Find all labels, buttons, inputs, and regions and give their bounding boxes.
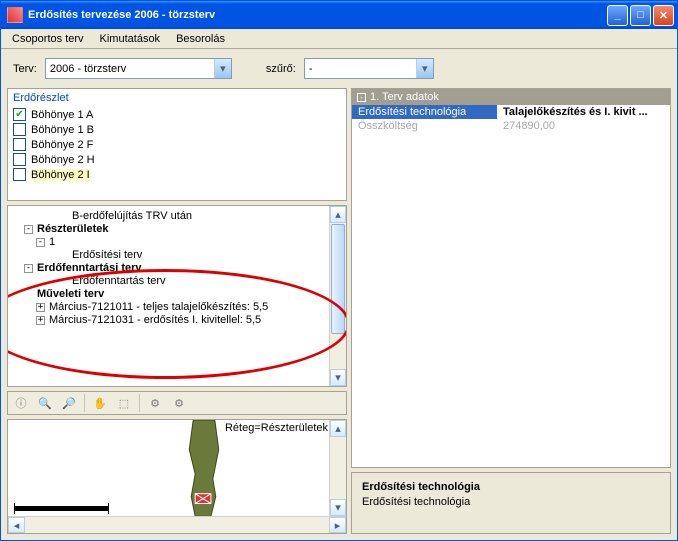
filter-bar: Terv: 2006 - törzsterv ▾ szűrő: - ▾ [1, 49, 677, 88]
szuro-label: szűrő: [266, 63, 296, 75]
window-title: Erdősítés tervezése 2006 - törzsterv [28, 9, 215, 21]
grid-cell-value: Talajelőkészítés és I. kivit ... [497, 105, 670, 119]
scroll-up-icon[interactable]: ▴ [330, 420, 346, 437]
map-panel[interactable]: Réteg=Részterületek 500 m, M=1:17610 ▴ ▾… [7, 419, 347, 534]
erdoreszlet-label: Böhönye 1 A [31, 109, 93, 121]
tree-node[interactable]: Műveleti terv [14, 288, 344, 301]
tree-panel: B-erdőfelújítás TRV után -Részterületek … [7, 205, 347, 387]
minimize-button[interactable]: _ [607, 5, 628, 26]
tree-node[interactable]: +Március-7121011 - teljes talajelőkészít… [14, 301, 344, 314]
scroll-up-icon[interactable]: ▴ [330, 206, 346, 223]
tree-node[interactable]: -Részterületek [14, 223, 344, 236]
scroll-down-icon[interactable]: ▾ [330, 369, 346, 386]
detail-footer: Erdősítési technológia Erdősítési techno… [351, 472, 671, 534]
checkbox-icon[interactable] [13, 168, 26, 181]
checkbox-icon[interactable] [13, 123, 26, 136]
menu-csoportos-terv[interactable]: Csoportos terv [5, 31, 91, 47]
titlebar: Erdősítés tervezése 2006 - törzsterv _ □… [1, 1, 677, 29]
tree-node[interactable]: Erdősítési terv [14, 249, 344, 262]
pan-icon[interactable]: ✋ [89, 393, 111, 413]
terv-adatok-panel: - 1. Terv adatok Erdősítési technológia … [351, 88, 671, 468]
szuro-value: - [305, 63, 416, 75]
collapse-icon[interactable]: - [357, 93, 366, 102]
grid-row[interactable]: Erdősítési technológia Talajelőkészítés … [352, 105, 670, 119]
tree-scrollbar[interactable]: ▴ ▾ [329, 206, 346, 386]
tool-icon[interactable]: ⚙ [168, 393, 190, 413]
detail-title: Erdősítési technológia [362, 481, 660, 493]
app-icon [7, 7, 23, 23]
extent-icon[interactable]: ⬚ [113, 393, 135, 413]
grid-row[interactable]: Összköltség 274890,00 [352, 119, 670, 133]
tree-node[interactable]: -Erdőfenntartási terv [14, 262, 344, 275]
erdoreszlet-label: Böhönye 2 H [31, 154, 95, 166]
collapse-icon[interactable]: - [24, 264, 33, 273]
erdoreszlet-item[interactable]: Böhönye 1 B [8, 122, 346, 137]
scale-bar [14, 506, 109, 511]
collapse-icon[interactable]: - [36, 238, 45, 247]
zoom-out-icon[interactable]: 🔎 [58, 393, 80, 413]
maximize-button[interactable]: □ [630, 5, 651, 26]
tree-node[interactable]: B-erdőfelújítás TRV után [14, 210, 344, 223]
grid-heading[interactable]: - 1. Terv adatok [352, 89, 670, 105]
szuro-combo[interactable]: - ▾ [304, 58, 434, 79]
checkbox-icon[interactable] [13, 153, 26, 166]
collapse-icon[interactable]: - [24, 225, 33, 234]
erdoreszlet-label: Böhönye 2 F [31, 139, 93, 151]
map-layer-label: Réteg=Részterületek [225, 422, 328, 434]
chevron-down-icon[interactable]: ▾ [214, 59, 231, 78]
chevron-down-icon[interactable]: ▾ [416, 59, 433, 78]
terv-combo[interactable]: 2006 - törzsterv ▾ [45, 58, 232, 79]
grid-cell-name: Erdősítési technológia [352, 105, 497, 119]
tool-icon[interactable]: ⚙ [144, 393, 166, 413]
map-hscroll[interactable]: ◂ ▸ [8, 516, 346, 533]
terv-value: 2006 - törzsterv [46, 63, 214, 75]
scroll-right-icon[interactable]: ▸ [329, 517, 346, 533]
expand-icon[interactable]: + [36, 303, 45, 312]
scroll-thumb[interactable] [331, 224, 345, 334]
menu-besorolas[interactable]: Besorolás [169, 31, 232, 47]
scroll-down-icon[interactable]: ▾ [330, 499, 346, 516]
checkbox-icon[interactable]: ✔ [13, 108, 26, 121]
erdoreszlet-item[interactable]: Böhönye 2 F [8, 137, 346, 152]
tree-node[interactable]: +Március-7121031 - erdősítés I. kivitell… [14, 314, 344, 327]
erdoreszlet-panel: Erdőrészlet ✔ Böhönye 1 A Böhönye 1 B Bö… [7, 88, 347, 201]
close-button[interactable]: ✕ [653, 5, 674, 26]
divider [84, 394, 85, 412]
divider [139, 394, 140, 412]
tree-node[interactable]: Erdőfenntartás terv [14, 275, 344, 288]
map-toolbar: ⓘ 🔍 🔎 ✋ ⬚ ⚙ ⚙ [7, 391, 347, 415]
zoom-in-icon[interactable]: 🔍 [34, 393, 56, 413]
erdoreszlet-label: Böhönye 1 B [31, 124, 94, 136]
erdoreszlet-item[interactable]: Böhönye 2 H [8, 152, 346, 167]
terv-label: Terv: [13, 63, 37, 75]
info-icon[interactable]: ⓘ [10, 393, 32, 413]
checkbox-icon[interactable] [13, 138, 26, 151]
menubar: Csoportos terv Kimutatások Besorolás [1, 29, 677, 49]
menu-kimutatasok[interactable]: Kimutatások [93, 31, 168, 47]
erdoreszlet-heading: Erdőrészlet [8, 89, 346, 107]
grid-cell-value: 274890,00 [497, 119, 670, 133]
map-vscroll[interactable]: ▴ ▾ [329, 420, 346, 516]
tree-node[interactable]: -1 [14, 236, 344, 249]
expand-icon[interactable]: + [36, 316, 45, 325]
grid-cell-name: Összköltség [352, 119, 497, 133]
erdoreszlet-item[interactable]: ✔ Böhönye 1 A [8, 107, 346, 122]
erdoreszlet-item[interactable]: Böhönye 2 I [8, 167, 346, 182]
scroll-left-icon[interactable]: ◂ [8, 517, 25, 533]
erdoreszlet-label: Böhönye 2 I [31, 169, 90, 181]
detail-text: Erdősítési technológia [362, 496, 660, 508]
